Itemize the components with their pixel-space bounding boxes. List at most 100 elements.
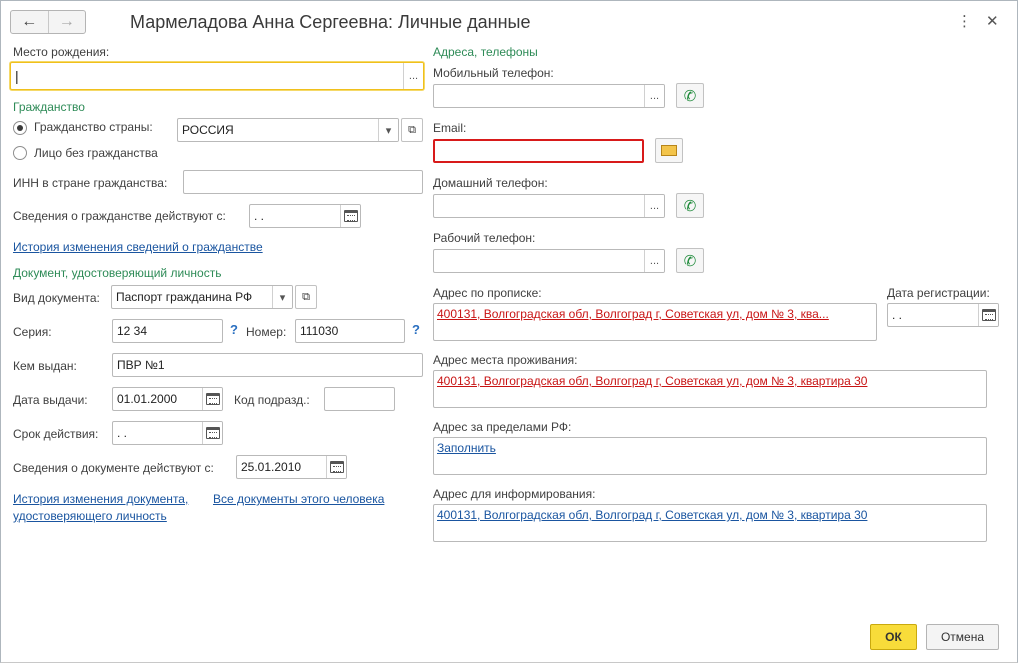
open-window-icon: ⧉ bbox=[302, 290, 310, 303]
calendar-button[interactable] bbox=[340, 205, 360, 227]
country-select[interactable]: РОССИЯ ▾ bbox=[177, 118, 399, 142]
number-value: 111030 bbox=[300, 324, 339, 338]
home-phone-label: Домашний телефон: bbox=[433, 176, 548, 190]
mobile-input[interactable]: ... bbox=[433, 84, 665, 108]
call-mobile-button[interactable]: ✆ bbox=[676, 83, 704, 108]
calendar-button[interactable] bbox=[202, 388, 222, 410]
birthplace-label: Место рождения: bbox=[13, 45, 110, 59]
help-icon[interactable]: ? bbox=[230, 322, 238, 337]
envelope-icon bbox=[661, 145, 677, 156]
home-phone-input[interactable]: ... bbox=[433, 194, 665, 218]
arrow-left-icon[interactable]: ← bbox=[11, 11, 48, 33]
dept-code-label: Код подразд.: bbox=[234, 393, 310, 407]
dept-code-value bbox=[325, 388, 394, 410]
expiry-label: Срок действия: bbox=[13, 427, 99, 441]
country-value: РОССИЯ bbox=[182, 123, 234, 137]
radio-stateless-label: Лицо без гражданства bbox=[34, 146, 158, 160]
inn-value bbox=[184, 171, 422, 193]
open-window-icon: ⧉ bbox=[408, 123, 416, 136]
info-address-field[interactable]: 400131, Волгоградская обл, Волгоград г, … bbox=[433, 504, 987, 542]
citizenship-history-link[interactable]: История изменения сведений о гражданстве bbox=[13, 240, 263, 254]
chevron-down-icon[interactable]: ▾ bbox=[272, 286, 292, 308]
birthplace-input[interactable]: | ... bbox=[10, 62, 424, 90]
series-input[interactable]: 12 34 bbox=[112, 319, 223, 343]
issued-by-input[interactable]: ПВР №1 bbox=[112, 353, 423, 377]
inn-input[interactable] bbox=[183, 170, 423, 194]
arrow-right-icon[interactable]: → bbox=[47, 11, 86, 33]
ok-button[interactable]: ОК bbox=[870, 624, 917, 650]
doc-history-link-line1[interactable]: История изменения документа, bbox=[13, 492, 188, 506]
doc-valid-input[interactable]: 25.01.2010 bbox=[236, 455, 347, 479]
radio-stateless[interactable] bbox=[13, 146, 27, 160]
reg-address-value[interactable]: 400131, Волгоградская обл, Волгоград г, … bbox=[437, 307, 829, 321]
number-label: Номер: bbox=[246, 325, 287, 339]
calendar-button[interactable] bbox=[202, 422, 222, 444]
issue-date-label: Дата выдачи: bbox=[13, 393, 88, 407]
reg-address-label: Адрес по прописке: bbox=[433, 286, 542, 300]
info-address-value[interactable]: 400131, Волгоградская обл, Волгоград г, … bbox=[437, 508, 867, 522]
doc-history-link-line2[interactable]: удостоверяющего личность bbox=[13, 509, 167, 523]
calendar-button[interactable] bbox=[978, 304, 998, 326]
email-label: Email: bbox=[433, 121, 467, 135]
doc-type-label: Вид документа: bbox=[13, 291, 100, 305]
abroad-address-label: Адрес за пределами РФ: bbox=[433, 420, 572, 434]
phone-icon: ✆ bbox=[683, 197, 697, 215]
radio-country-citizenship[interactable] bbox=[13, 121, 27, 135]
mobile-value bbox=[434, 85, 644, 107]
nav-buttons: ← → bbox=[10, 10, 86, 34]
all-documents-link[interactable]: Все документы этого человека bbox=[213, 492, 384, 506]
home-phone-select-button[interactable]: ... bbox=[644, 195, 664, 217]
live-address-field[interactable]: 400131, Волгоградская обл, Волгоград г, … bbox=[433, 370, 987, 408]
citizenship-valid-date[interactable]: . . bbox=[249, 204, 361, 228]
reg-date-label: Дата регистрации: bbox=[887, 286, 990, 300]
help-icon[interactable]: ? bbox=[412, 322, 420, 337]
calendar-icon bbox=[329, 461, 344, 473]
call-work-button[interactable]: ✆ bbox=[676, 248, 704, 273]
issued-by-value: ПВР №1 bbox=[117, 358, 165, 372]
open-country-button[interactable]: ⧉ bbox=[401, 118, 423, 142]
email-input[interactable] bbox=[433, 139, 644, 163]
work-phone-input[interactable]: ... bbox=[433, 249, 665, 273]
reg-address-field[interactable]: 400131, Волгоградская обл, Волгоград г, … bbox=[433, 303, 877, 341]
work-phone-value bbox=[434, 250, 644, 272]
phone-icon: ✆ bbox=[683, 252, 697, 270]
more-vertical-icon[interactable]: ⋮ bbox=[957, 12, 972, 30]
work-phone-label: Рабочий телефон: bbox=[433, 231, 536, 245]
calendar-icon bbox=[343, 210, 358, 222]
call-home-button[interactable]: ✆ bbox=[676, 193, 704, 218]
calendar-icon bbox=[205, 393, 220, 405]
mobile-select-button[interactable]: ... bbox=[644, 85, 664, 107]
doc-valid-label: Сведения о документе действуют с: bbox=[13, 461, 214, 475]
birthplace-select-button[interactable]: ... bbox=[403, 63, 423, 89]
issue-date-value: 01.01.2000 bbox=[117, 392, 178, 406]
chevron-down-icon[interactable]: ▾ bbox=[378, 119, 398, 141]
expiry-value: . . bbox=[117, 426, 128, 440]
calendar-icon bbox=[205, 427, 220, 439]
citizenship-valid-label: Сведения о гражданстве действуют с: bbox=[13, 209, 226, 223]
close-icon[interactable]: ✕ bbox=[986, 12, 999, 30]
calendar-icon bbox=[981, 309, 996, 321]
doc-valid-value: 25.01.2010 bbox=[241, 460, 302, 474]
issued-by-label: Кем выдан: bbox=[13, 359, 77, 373]
info-address-label: Адрес для информирования: bbox=[433, 487, 596, 501]
live-address-label: Адрес места проживания: bbox=[433, 353, 578, 367]
live-address-value[interactable]: 400131, Волгоградская обл, Волгоград г, … bbox=[437, 374, 867, 388]
doc-type-select[interactable]: Паспорт гражданина РФ ▾ bbox=[111, 285, 293, 309]
abroad-address-fill-link[interactable]: Заполнить bbox=[437, 441, 496, 455]
abroad-address-field[interactable]: Заполнить bbox=[433, 437, 987, 475]
home-phone-value bbox=[434, 195, 644, 217]
series-label: Серия: bbox=[13, 325, 52, 339]
open-doc-type-button[interactable]: ⧉ bbox=[295, 285, 317, 309]
calendar-button[interactable] bbox=[326, 456, 346, 478]
number-input[interactable]: 111030 bbox=[295, 319, 405, 343]
expiry-input[interactable]: . . bbox=[112, 421, 223, 445]
cancel-button[interactable]: Отмена bbox=[926, 624, 999, 650]
work-phone-select-button[interactable]: ... bbox=[644, 250, 664, 272]
page-title: Мармеладова Анна Сергеевна: Личные данны… bbox=[130, 12, 531, 32]
send-email-button[interactable] bbox=[655, 138, 683, 163]
dept-code-input[interactable] bbox=[324, 387, 395, 411]
email-value bbox=[435, 141, 642, 161]
reg-date-input[interactable]: . . bbox=[887, 303, 999, 327]
doc-type-value: Паспорт гражданина РФ bbox=[116, 290, 253, 304]
issue-date-input[interactable]: 01.01.2000 bbox=[112, 387, 223, 411]
